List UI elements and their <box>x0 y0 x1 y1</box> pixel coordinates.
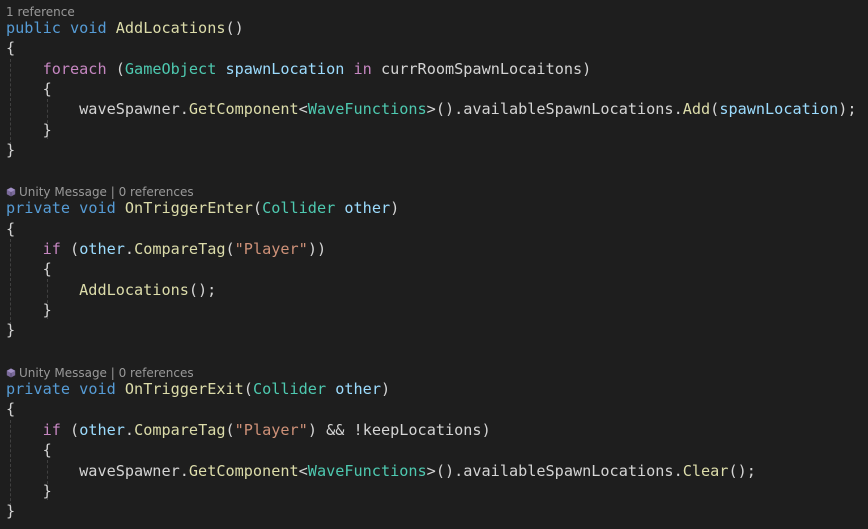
code-line-19: waveSpawner.GetComponent<WaveFunctions>(… <box>79 462 756 480</box>
code-line-12: AddLocations(); <box>79 281 217 299</box>
code-editor[interactable]: 1 reference public void AddLocations() {… <box>0 0 868 529</box>
unity-message-icon <box>6 368 16 378</box>
codelens-reference-count[interactable]: 1 reference <box>6 5 75 19</box>
code-line-4: { <box>42 80 52 98</box>
codelens-reference-count[interactable]: 0 references <box>119 366 194 380</box>
code-line-2: { <box>6 39 16 57</box>
code-line-17: if (other.CompareTag("Player") && !keepL… <box>42 421 491 439</box>
code-line-16: { <box>6 400 16 418</box>
code-line-11: { <box>42 260 52 278</box>
code-line-10: if (other.CompareTag("Player")) <box>42 240 327 258</box>
code-line-6: } <box>42 121 52 139</box>
unity-message-icon <box>6 187 16 197</box>
code-line-13: } <box>42 301 52 319</box>
code-line-7: } <box>6 141 16 159</box>
code-line-3: foreach (GameObject spawnLocation in cur… <box>42 60 592 78</box>
code-line-14: } <box>6 321 16 339</box>
code-line-8: private void OnTriggerEnter(Collider oth… <box>6 199 400 217</box>
code-line-9: { <box>6 220 16 238</box>
code-line-5: waveSpawner.GetComponent<WaveFunctions>(… <box>79 100 857 118</box>
code-line-1: public void AddLocations() <box>6 19 244 37</box>
code-line-20: } <box>42 482 52 500</box>
code-line-21: } <box>6 502 16 520</box>
codelens-unity-message-label[interactable]: Unity Message <box>19 366 107 380</box>
code-line-15: private void OnTriggerExit(Collider othe… <box>6 380 391 398</box>
codelens-unity-message-label[interactable]: Unity Message <box>19 185 107 199</box>
codelens-reference-count[interactable]: 0 references <box>119 185 194 199</box>
code-line-18: { <box>42 441 52 459</box>
